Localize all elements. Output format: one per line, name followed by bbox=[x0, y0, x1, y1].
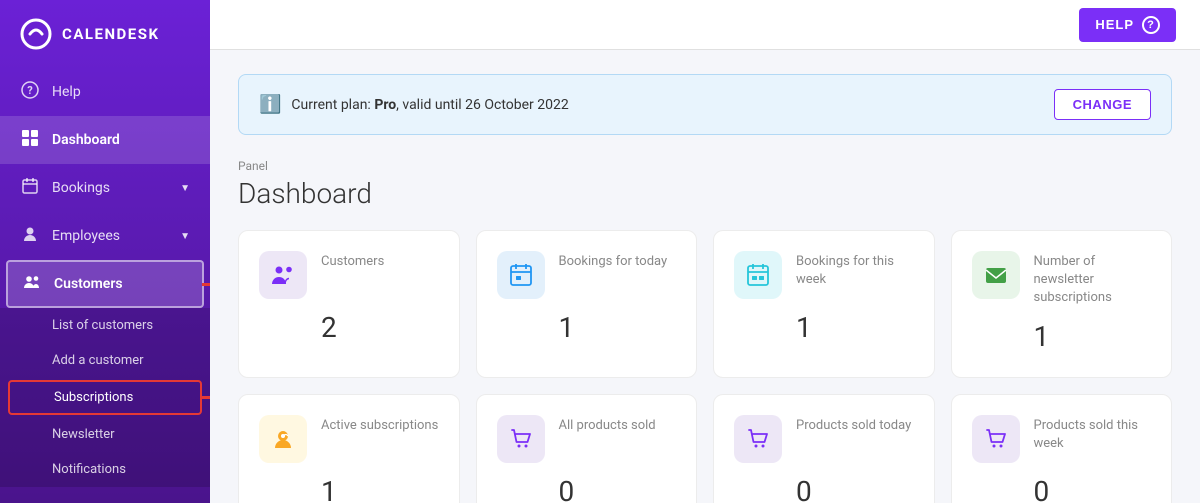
customers-icon bbox=[22, 273, 42, 295]
list-customers-label: List of customers bbox=[52, 318, 153, 333]
change-plan-button[interactable]: CHANGE bbox=[1054, 89, 1151, 120]
sidebar-item-dashboard[interactable]: Dashboard bbox=[0, 116, 210, 164]
newsletter-stat-label: Number of newsletter subscriptions bbox=[1034, 251, 1152, 308]
help-question-mark: ? bbox=[1142, 16, 1160, 34]
newsletter-stat-icon bbox=[972, 251, 1020, 299]
logo-icon bbox=[20, 18, 52, 50]
bookings-today-stat-icon bbox=[497, 251, 545, 299]
help-icon: ? bbox=[20, 81, 40, 103]
products-week-stat-value: 0 bbox=[1034, 475, 1152, 503]
newsletter-label: Newsletter bbox=[52, 427, 115, 442]
products-week-stat-icon bbox=[972, 415, 1020, 463]
sidebar-subscriptions[interactable]: Subscriptions bbox=[8, 380, 202, 415]
help-button-label: HELP bbox=[1095, 17, 1134, 32]
sidebar-list-customers[interactable]: List of customers bbox=[0, 308, 210, 343]
products-week-stat-label: Products sold this week bbox=[1034, 415, 1152, 453]
plan-info: ℹ️ Current plan: Pro, valid until 26 Oct… bbox=[259, 94, 569, 115]
all-products-stat-icon bbox=[497, 415, 545, 463]
bookings-icon bbox=[20, 177, 40, 199]
breadcrumb: Panel bbox=[238, 159, 1172, 173]
dashboard-content: ℹ️ Current plan: Pro, valid until 26 Oct… bbox=[210, 50, 1200, 503]
products-today-stat-label: Products sold today bbox=[796, 415, 911, 435]
active-subs-stat-label: Active subscriptions bbox=[321, 415, 438, 435]
products-today-stat-icon bbox=[734, 415, 782, 463]
plan-banner: ℹ️ Current plan: Pro, valid until 26 Oct… bbox=[238, 74, 1172, 135]
sidebar-customers-label: Customers bbox=[54, 276, 123, 292]
add-customer-label: Add a customer bbox=[52, 353, 144, 368]
subscriptions-label: Subscriptions bbox=[54, 390, 133, 405]
stat-card-newsletter: Number of newsletter subscriptions 1 bbox=[951, 230, 1173, 378]
customers-stat-value: 2 bbox=[321, 311, 439, 344]
info-icon: ℹ️ bbox=[259, 94, 281, 115]
topbar: HELP ? bbox=[210, 0, 1200, 50]
employees-icon bbox=[20, 225, 40, 247]
sidebar-item-bookings[interactable]: Bookings ▼ bbox=[0, 164, 210, 212]
plan-text-prefix: Current plan: bbox=[291, 97, 370, 113]
stat-card-all-products: All products sold 0 bbox=[476, 394, 698, 503]
sidebar-navigation: ? Help Dashboard Bookings ▼ Employees ▼ bbox=[0, 68, 210, 503]
customers-stat-label: Customers bbox=[321, 251, 384, 271]
stat-card-bookings-week: Bookings for this week 1 bbox=[713, 230, 935, 378]
bookings-week-stat-label: Bookings for this week bbox=[796, 251, 914, 289]
plan-text: Current plan: Pro, valid until 26 Octobe… bbox=[291, 97, 568, 113]
employees-chevron: ▼ bbox=[180, 231, 190, 242]
all-products-stat-value: 0 bbox=[559, 475, 677, 503]
sidebar-item-employees[interactable]: Employees ▼ bbox=[0, 212, 210, 260]
sidebar-newsletter[interactable]: Newsletter bbox=[0, 417, 210, 452]
stats-row-1: Customers 2 Bookings for today 1 bbox=[238, 230, 1172, 378]
all-products-stat-label: All products sold bbox=[559, 415, 656, 435]
sidebar-dashboard-label: Dashboard bbox=[52, 132, 120, 148]
sidebar-help-label: Help bbox=[52, 84, 81, 100]
plan-name: Pro bbox=[374, 97, 396, 113]
sidebar-item-customers[interactable]: Customers bbox=[6, 260, 204, 308]
stat-card-products-week: Products sold this week 0 bbox=[951, 394, 1173, 503]
active-subs-stat-value: 1 bbox=[321, 475, 439, 503]
stats-row-2: Active subscriptions 1 All products sold… bbox=[238, 394, 1172, 503]
bookings-today-stat-label: Bookings for today bbox=[559, 251, 668, 271]
stat-card-bookings-today: Bookings for today 1 bbox=[476, 230, 698, 378]
app-name: CALENDESK bbox=[62, 25, 160, 43]
products-today-stat-value: 0 bbox=[796, 475, 914, 503]
plan-text-suffix: , valid until 26 October 2022 bbox=[396, 97, 569, 113]
sidebar: CALENDESK ? Help Dashboard Bookings ▼ bbox=[0, 0, 210, 503]
sidebar-add-customer[interactable]: Add a customer bbox=[0, 343, 210, 378]
bookings-chevron: ▼ bbox=[180, 183, 190, 194]
bookings-today-stat-value: 1 bbox=[559, 311, 677, 344]
stat-card-customers: Customers 2 bbox=[238, 230, 460, 378]
active-subs-stat-icon bbox=[259, 415, 307, 463]
notifications-label: Notifications bbox=[52, 462, 126, 477]
stat-card-products-today: Products sold today 0 bbox=[713, 394, 935, 503]
customers-stat-icon bbox=[259, 251, 307, 299]
stat-card-active-subs: Active subscriptions 1 bbox=[238, 394, 460, 503]
app-logo: CALENDESK bbox=[0, 0, 210, 68]
help-button[interactable]: HELP ? bbox=[1079, 8, 1176, 42]
sidebar-notifications[interactable]: Notifications bbox=[0, 452, 210, 487]
bookings-week-stat-icon bbox=[734, 251, 782, 299]
svg-text:?: ? bbox=[27, 84, 33, 97]
newsletter-stat-value: 1 bbox=[1034, 320, 1152, 353]
main-content: HELP ? ℹ️ Current plan: Pro, valid until… bbox=[210, 0, 1200, 503]
dashboard-icon bbox=[20, 129, 40, 151]
sidebar-employees-label: Employees bbox=[52, 228, 120, 244]
customers-subnav: List of customers Add a customer Subscri… bbox=[0, 308, 210, 487]
sidebar-bookings-label: Bookings bbox=[52, 180, 110, 196]
bookings-week-stat-value: 1 bbox=[796, 311, 914, 344]
page-title: Dashboard bbox=[238, 177, 1172, 210]
sidebar-item-help[interactable]: ? Help bbox=[0, 68, 210, 116]
